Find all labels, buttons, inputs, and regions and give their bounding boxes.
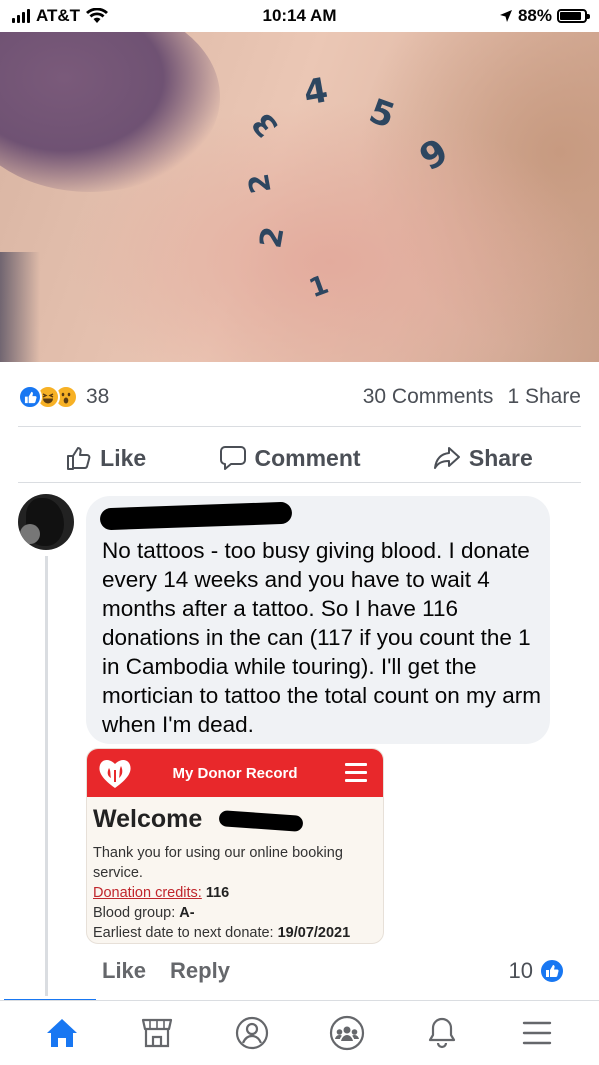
comments-count-link[interactable]: 30 Comments xyxy=(363,385,494,409)
marketplace-icon xyxy=(141,1018,172,1048)
location-arrow-icon xyxy=(499,10,512,22)
thank-you-text: Thank you for using our online booking s… xyxy=(93,845,343,881)
shares-count-link[interactable]: 1 Share xyxy=(507,385,581,409)
thumbs-up-icon xyxy=(67,447,91,470)
comment-actions: Like Reply xyxy=(102,958,230,984)
reaction-summary[interactable]: 38 xyxy=(18,385,109,409)
reaction-count: 38 xyxy=(86,385,110,408)
comment-like-summary[interactable]: 10 xyxy=(509,958,565,984)
menu-icon xyxy=(523,1021,552,1045)
donation-credits-value: 116 xyxy=(205,885,230,901)
tattoo-digit: 6 xyxy=(411,128,454,177)
comment-reply-button[interactable]: Reply xyxy=(170,958,230,984)
photo-shadow xyxy=(0,252,40,362)
tattoo-digit: 2 xyxy=(253,224,292,251)
donation-credits-row: Donation credits: 116 xyxy=(93,883,377,903)
battery-fill xyxy=(560,12,582,20)
post-stats-row: 38 30 Comments 1 Share xyxy=(18,380,581,414)
next-donate-value: 19/07/2021 xyxy=(277,925,351,941)
actions-divider xyxy=(18,482,581,483)
tattoo-digit: 2 xyxy=(241,171,278,196)
tattoo-digit: 4 xyxy=(300,70,331,114)
tattoo-digit: 3 xyxy=(245,105,286,144)
share-button[interactable]: Share xyxy=(433,445,533,472)
commenter-avatar[interactable] xyxy=(18,494,74,550)
engagement-counts: 30 Comments 1 Share xyxy=(363,385,581,409)
home-icon xyxy=(46,1019,77,1047)
tattoo-digit: 1 xyxy=(305,269,333,305)
like-reaction-icon xyxy=(18,385,42,409)
battery-percent: 88% xyxy=(517,6,552,25)
comment-attached-image[interactable]: My Donor Record Welcome Thank you for us… xyxy=(86,748,384,944)
share-arrow-icon xyxy=(433,447,460,469)
blood-group-row: Blood group: A- xyxy=(93,903,377,923)
status-bar: AT&T 10:14 AM 88% xyxy=(0,0,599,32)
nav-home[interactable] xyxy=(32,1008,92,1058)
like-label: Like xyxy=(100,444,147,471)
notifications-icon xyxy=(429,1017,456,1049)
post-photo[interactable]: 1 2 2 3 4 5 6 xyxy=(0,32,599,362)
speech-bubble-icon xyxy=(219,446,246,470)
profile-icon xyxy=(235,1016,268,1050)
nav-notifications[interactable] xyxy=(412,1008,472,1058)
comment-like-count: 10 xyxy=(508,958,533,983)
nav-marketplace[interactable] xyxy=(127,1008,187,1058)
nav-menu[interactable] xyxy=(507,1008,567,1058)
status-right: 88% xyxy=(499,6,590,26)
welcome-heading: Welcome xyxy=(93,805,203,833)
donation-credits-label: Donation credits: xyxy=(93,885,202,901)
blood-group-label: Blood group: xyxy=(93,905,176,921)
comment-like-button[interactable]: Like xyxy=(102,958,146,984)
blood-group-value: A- xyxy=(179,905,195,921)
next-donate-label: Earliest date to next donate: xyxy=(93,925,274,941)
photo-hair xyxy=(0,32,220,192)
nav-groups[interactable] xyxy=(317,1008,377,1058)
groups-icon xyxy=(329,1015,365,1051)
share-label: Share xyxy=(468,444,533,471)
donor-record-body: Thank you for using our online booking s… xyxy=(93,843,377,943)
tattoo-digit: 5 xyxy=(363,91,400,137)
post-action-bar: Like Comment Share xyxy=(0,440,599,476)
like-button[interactable]: Like xyxy=(66,445,146,472)
battery-icon xyxy=(557,9,590,23)
comment-label: Comment xyxy=(254,444,361,471)
stats-divider xyxy=(18,426,581,427)
nav-profile[interactable] xyxy=(222,1008,282,1058)
redacted-welcome-name xyxy=(218,810,304,832)
avatar-shape xyxy=(20,524,40,544)
comment-text: No tattoos - too busy giving blood. I do… xyxy=(102,538,541,737)
next-donate-row: Earliest date to next donate: 19/07/2021 xyxy=(93,923,377,943)
donor-record-title: My Donor Record xyxy=(172,765,298,782)
comment-button[interactable]: Comment xyxy=(219,445,361,472)
reply-thread-line xyxy=(45,556,48,996)
like-reaction-icon xyxy=(539,958,565,984)
bottom-nav xyxy=(0,1000,599,1065)
reaction-icons xyxy=(18,385,78,409)
hamburger-menu-icon xyxy=(345,763,367,787)
donor-record-header: My Donor Record xyxy=(87,749,383,797)
